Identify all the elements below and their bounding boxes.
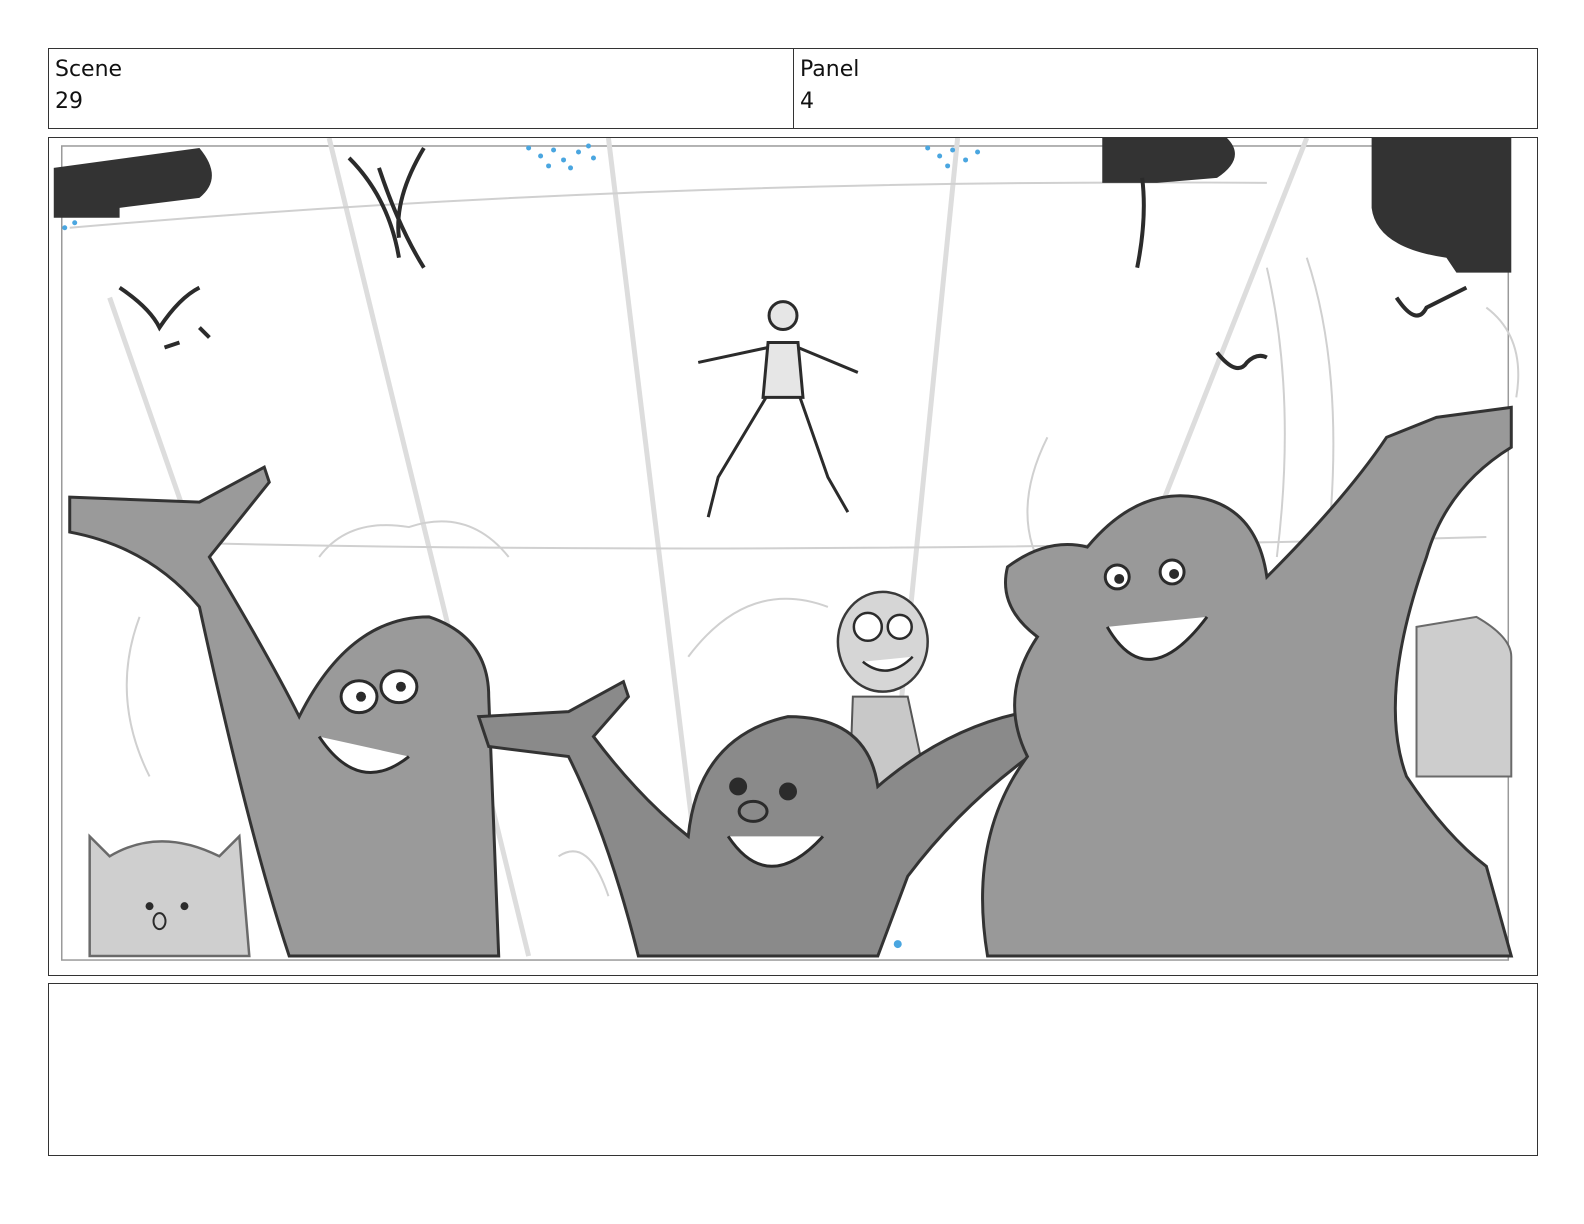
- panel-label: Panel: [800, 57, 860, 82]
- panel-cell: Panel 4: [793, 49, 1537, 128]
- far-right-character: [1415, 615, 1513, 778]
- scene-number: 29: [55, 89, 83, 114]
- panel-number: 4: [800, 89, 814, 114]
- scene-cell: Scene 29: [49, 49, 793, 128]
- sketch-illustration: [49, 138, 1537, 975]
- panel-notes: [48, 983, 1538, 1156]
- scene-label: Scene: [55, 57, 123, 82]
- storyboard-panel-image: [48, 137, 1538, 976]
- storyboard-header: Scene 29 Panel 4: [48, 48, 1538, 129]
- cat-character: [88, 833, 251, 958]
